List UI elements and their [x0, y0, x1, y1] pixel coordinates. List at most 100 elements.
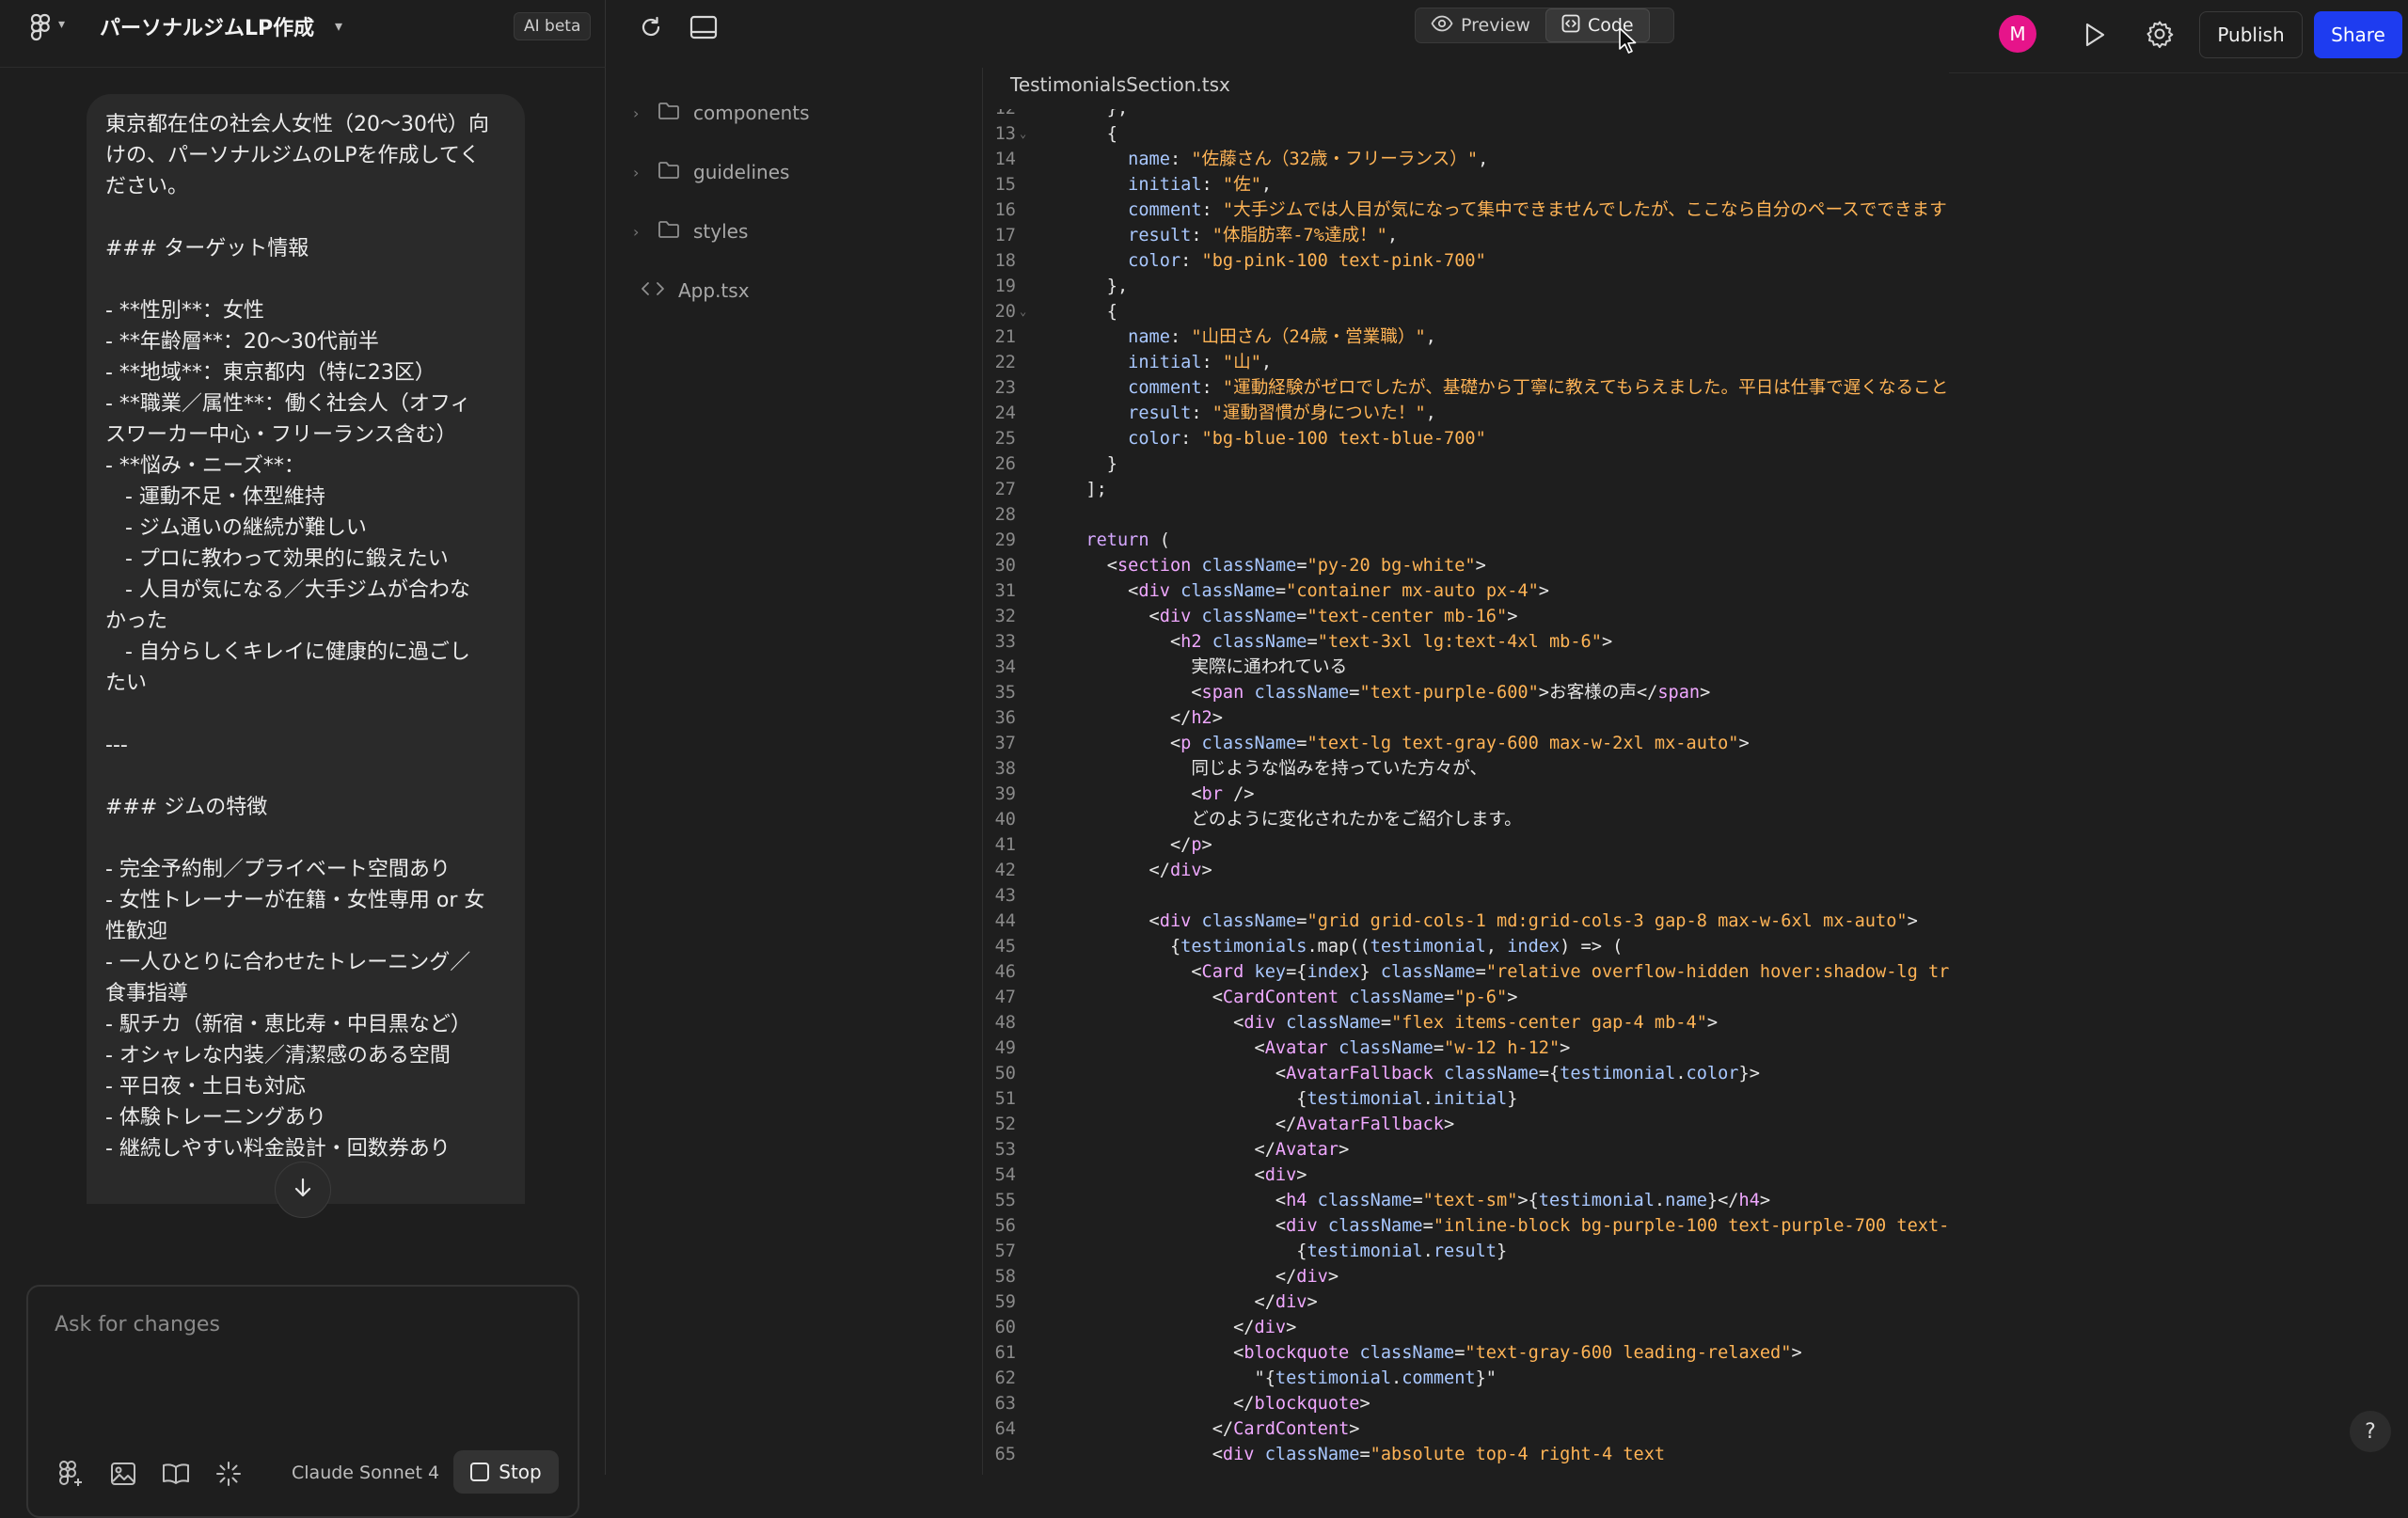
file-tree-item-app-tsx[interactable]: App.tsx [641, 276, 750, 306]
code-line[interactable]: 23 comment: "運動経験がゼロでしたが、基礎から丁寧に教えてもらえまし… [984, 375, 1949, 401]
share-button[interactable]: Share [2314, 11, 2402, 58]
file-tree-item-components[interactable]: › components [633, 98, 810, 128]
code-token: < [1065, 1165, 1265, 1185]
publish-button[interactable]: Publish [2199, 11, 2303, 58]
tab-preview[interactable]: Preview [1416, 8, 1545, 42]
scroll-down-button[interactable] [275, 1162, 331, 1218]
figma-logo-icon[interactable] [26, 13, 55, 41]
code-line[interactable]: 52 </AvatarFallback> [984, 1112, 1949, 1137]
code-line[interactable]: 64 </CardContent> [984, 1416, 1949, 1442]
code-line[interactable]: 14 name: "佐藤さん（32歳・フリーランス）", [984, 147, 1949, 172]
code-line[interactable]: 33 <h2 className="text-3xl lg:text-4xl m… [984, 629, 1949, 655]
code-line[interactable]: 51 {testimonial.initial} [984, 1086, 1949, 1112]
code-token: testimonial [1538, 1191, 1655, 1210]
code-line[interactable]: 56 <div className="inline-block bg-purpl… [984, 1213, 1949, 1239]
code-line[interactable]: 17 result: "体脂肪率-7%達成！", [984, 223, 1949, 248]
code-line[interactable]: 31 <div className="container mx-auto px-… [984, 578, 1949, 604]
code-token: result [1065, 226, 1192, 245]
chevron-right-icon[interactable]: › [633, 223, 644, 241]
file-tree-item-guidelines[interactable]: › guidelines [633, 157, 789, 187]
code-line[interactable]: 21 name: "山田さん（24歳・営業職）", [984, 324, 1949, 350]
user-avatar[interactable]: M [1999, 15, 2036, 53]
code-line[interactable]: 13 ⌄ { [984, 121, 1949, 147]
help-button[interactable]: ? [2350, 1411, 2391, 1452]
code-token: ={ [1286, 962, 1307, 982]
code-token: h4 [1286, 1191, 1307, 1210]
code-line[interactable]: 37 <p className="text-lg text-gray-600 m… [984, 731, 1949, 756]
code-line[interactable]: 29 return ( [984, 528, 1949, 553]
panel-toggle-icon[interactable] [688, 11, 720, 43]
code-text: } [1065, 451, 1117, 477]
fold-chevron-icon[interactable]: ⌄ [1020, 299, 1026, 324]
play-icon[interactable] [2079, 19, 2111, 51]
code-line[interactable]: 34 実際に通われている [984, 655, 1949, 680]
image-attach-icon[interactable] [107, 1458, 139, 1490]
code-area[interactable]: 12 },13⌄ {14 name: "佐藤さん（32歳・フリーランス）",15… [984, 109, 1949, 1475]
code-line[interactable]: 47 <CardContent className="p-6"> [984, 985, 1949, 1010]
code-line[interactable]: 45 {testimonials.map((testimonial, index… [984, 934, 1949, 959]
editor-file-tab[interactable]: TestimonialsSection.tsx [1010, 73, 1230, 96]
code-line[interactable]: 54 <div> [984, 1162, 1949, 1188]
code-line[interactable]: 19 }, [984, 274, 1949, 299]
code-token: name [1065, 150, 1170, 169]
code-line[interactable]: 38 同じような悩みを持っていた方々が、 [984, 756, 1949, 782]
code-line[interactable]: 32 <div className="text-center mb-16"> [984, 604, 1949, 629]
code-line[interactable]: 28 [984, 502, 1949, 528]
code-line[interactable]: 60 </div> [984, 1315, 1949, 1340]
code-line[interactable]: 22 initial: "山", [984, 350, 1949, 375]
code-token: "inline-block bg-purple-100 text-purple-… [1433, 1216, 1949, 1236]
code-line[interactable]: 39 <br /> [984, 782, 1949, 807]
code-text: <div className="text-center mb-16"> [1065, 604, 1518, 629]
code-line[interactable]: 44 <div className="grid grid-cols-1 md:g… [984, 909, 1949, 934]
code-line[interactable]: 18 color: "bg-pink-100 text-pink-700" [984, 248, 1949, 274]
code-line[interactable]: 20 ⌄ { [984, 299, 1949, 324]
project-menu-chevron-icon[interactable]: ▾ [335, 17, 342, 35]
code-line[interactable]: 63 </blockquote> [984, 1391, 1949, 1416]
figma-import-icon[interactable] [55, 1458, 87, 1490]
code-line[interactable]: 12 }, [984, 109, 1949, 121]
fold-chevron-icon[interactable]: ⌄ [1020, 121, 1026, 147]
code-line[interactable]: 49 <Avatar className="w-12 h-12"> [984, 1036, 1949, 1061]
code-line[interactable]: 24 result: "運動習慣が身についた！", [984, 401, 1949, 426]
code-line[interactable]: 48 <div className="flex items-center gap… [984, 1010, 1949, 1036]
chat-input-placeholder[interactable]: Ask for changes [55, 1313, 220, 1336]
code-line[interactable]: 16 comment: "大手ジムでは人目が気になって集中できませんでしたが、こ… [984, 198, 1949, 223]
code-line[interactable]: 62 "{testimonial.comment}" [984, 1366, 1949, 1391]
file-tree-item-styles[interactable]: › styles [633, 216, 748, 246]
chevron-right-icon[interactable]: › [633, 164, 644, 182]
code-line[interactable]: 35 <span className="text-purple-600">お客様… [984, 680, 1949, 705]
code-line[interactable]: 25 color: "bg-blue-100 text-blue-700" [984, 426, 1949, 451]
refresh-icon[interactable] [635, 11, 667, 43]
chevron-right-icon[interactable]: › [633, 104, 644, 122]
chevron-down-icon[interactable]: ▾ [58, 17, 65, 32]
line-number: 30 [994, 556, 1016, 576]
book-icon[interactable] [160, 1458, 192, 1490]
code-line[interactable]: 15 initial: "佐", [984, 172, 1949, 198]
settings-gear-icon[interactable] [2143, 17, 2177, 51]
project-title[interactable]: パーソナルジムLP作成 [100, 11, 314, 41]
code-line[interactable]: 40 どのように変化されたかをご紹介します。 [984, 807, 1949, 832]
model-selector[interactable]: Claude Sonnet 4 [292, 1463, 439, 1483]
code-line[interactable]: 27 ]; [984, 477, 1949, 502]
code-line[interactable]: 59 </div> [984, 1289, 1949, 1315]
code-line[interactable]: 43 [984, 883, 1949, 909]
code-line[interactable]: 41 </p> [984, 832, 1949, 858]
line-number: 15 [994, 175, 1016, 195]
code-line[interactable]: 30 <section className="py-20 bg-white"> [984, 553, 1949, 578]
code-line[interactable]: 61 <blockquote className="text-gray-600 … [984, 1340, 1949, 1366]
code-line[interactable]: 50 <AvatarFallback className={testimonia… [984, 1061, 1949, 1086]
code-line[interactable]: 42 </div> [984, 858, 1949, 883]
code-line[interactable]: 46 <Card key={index} className="relative… [984, 959, 1949, 985]
code-line[interactable]: 57 {testimonial.result} [984, 1239, 1949, 1264]
code-line[interactable]: 55 <h4 className="text-sm">{testimonial.… [984, 1188, 1949, 1213]
code-line[interactable]: 65 <div className="absolute top-4 right-… [984, 1442, 1949, 1467]
sparkle-icon[interactable] [213, 1458, 245, 1490]
code-line[interactable]: 36 </h2> [984, 705, 1949, 731]
code-token: className [1433, 1064, 1539, 1083]
code-line[interactable]: 58 </div> [984, 1264, 1949, 1289]
stop-button[interactable]: Stop [453, 1450, 559, 1494]
code-line[interactable]: 26 } [984, 451, 1949, 477]
chat-input-box[interactable]: Ask for changes Claude Sonnet 4 Stop [26, 1285, 579, 1518]
code-line[interactable]: 53 </Avatar> [984, 1137, 1949, 1162]
code-text: color: "bg-pink-100 text-pink-700" [1065, 248, 1486, 274]
